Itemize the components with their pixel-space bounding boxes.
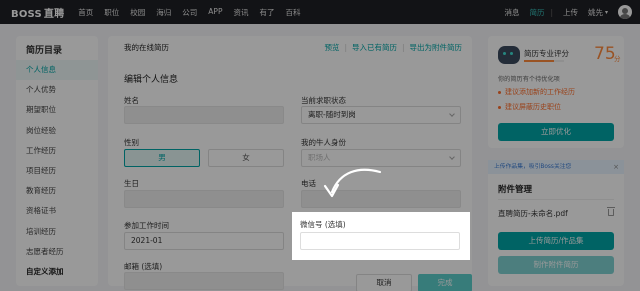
- wechat-label: 微信号 (选填): [300, 220, 346, 229]
- wechat-input[interactable]: [300, 232, 460, 250]
- overlay-dim: [470, 212, 640, 260]
- overlay-dim: [0, 212, 292, 260]
- guide-arrow-icon: [323, 168, 382, 198]
- wechat-field-highlight: 微信号 (选填): [292, 212, 470, 260]
- overlay-dim: [0, 260, 640, 291]
